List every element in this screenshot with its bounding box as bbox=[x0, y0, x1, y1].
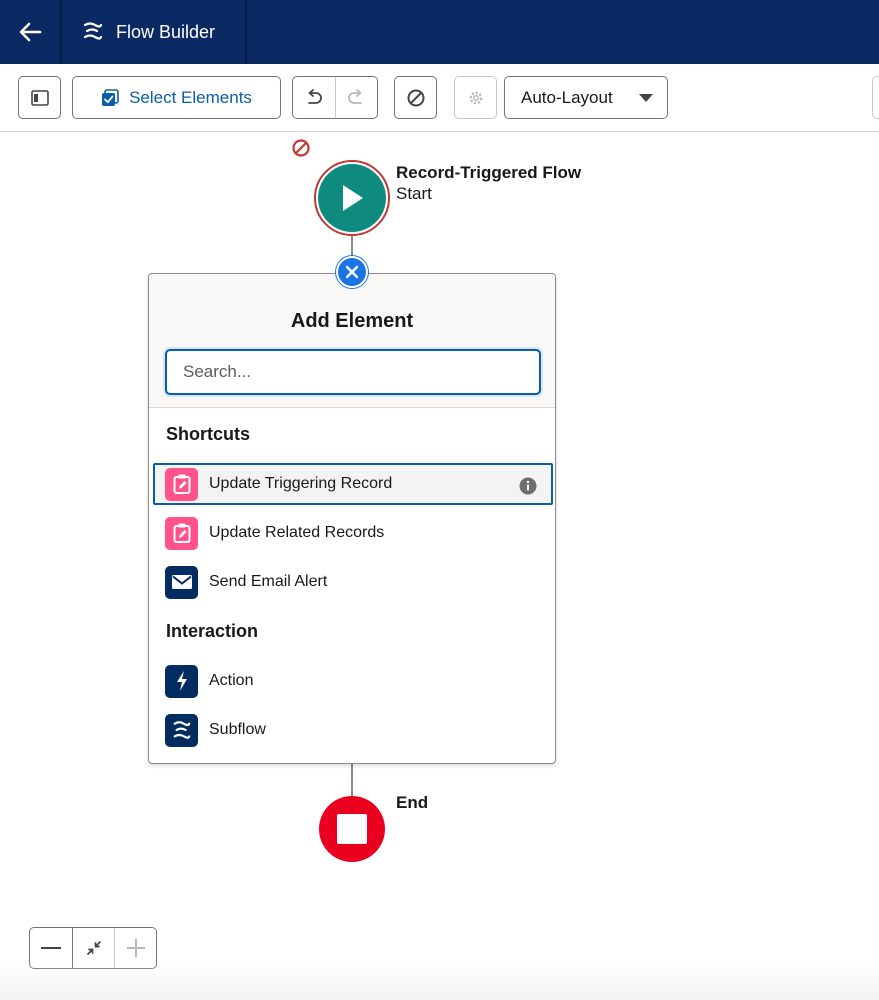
plus-icon bbox=[126, 939, 145, 957]
back-button[interactable] bbox=[0, 0, 60, 64]
toolbar: Select Elements Auto-Layout bbox=[0, 64, 879, 132]
layout-mode-select[interactable]: Auto-Layout bbox=[504, 76, 668, 119]
menu-item-label: Update Triggering Record bbox=[209, 475, 393, 492]
app-brand: Flow Builder bbox=[64, 0, 245, 64]
end-node[interactable] bbox=[319, 796, 385, 862]
layout-mode-value: Auto-Layout bbox=[521, 87, 613, 107]
subflow-icon bbox=[165, 713, 198, 747]
undo-icon bbox=[307, 88, 322, 104]
add-element-header: Add Element bbox=[149, 274, 555, 408]
flow-icon bbox=[83, 22, 103, 40]
app-title: Flow Builder bbox=[116, 21, 216, 42]
toggle-panel-button[interactable] bbox=[18, 76, 61, 119]
redo-icon bbox=[348, 88, 363, 104]
caret-down-icon bbox=[639, 93, 653, 102]
connector-line bbox=[351, 764, 353, 796]
gear-icon bbox=[469, 91, 482, 104]
end-node-label: End bbox=[396, 793, 429, 812]
redo-button[interactable] bbox=[334, 77, 378, 118]
menu-item-label: Send Email Alert bbox=[209, 573, 328, 590]
undo-redo-group bbox=[292, 76, 378, 119]
debug-errors-button[interactable] bbox=[394, 76, 437, 119]
record-update-icon bbox=[165, 516, 198, 550]
start-node-circle bbox=[318, 164, 386, 232]
select-elements-button[interactable]: Select Elements bbox=[72, 76, 281, 119]
start-node-label: Record-Triggered Flow Start bbox=[396, 162, 581, 204]
toolbar-overflow-button[interactable] bbox=[872, 76, 879, 119]
info-icon[interactable] bbox=[519, 477, 537, 495]
ban-icon bbox=[407, 89, 424, 106]
start-node-subtitle: Start bbox=[396, 184, 432, 203]
section-interaction-label: Interaction bbox=[166, 621, 259, 641]
header-divider bbox=[245, 0, 247, 64]
stop-icon bbox=[337, 814, 367, 844]
close-add-element-button[interactable] bbox=[336, 256, 368, 288]
canvas-bottom-shadow bbox=[0, 960, 879, 1000]
record-update-icon bbox=[165, 467, 198, 501]
menu-item-update-triggering-record[interactable]: Update Triggering Record bbox=[153, 463, 553, 505]
header-divider bbox=[60, 0, 62, 64]
start-node[interactable] bbox=[314, 160, 390, 236]
close-icon bbox=[345, 265, 359, 279]
element-search-input[interactable] bbox=[165, 349, 541, 395]
menu-item-update-related-records[interactable]: Update Related Records bbox=[153, 512, 553, 554]
menu-item-action[interactable]: Action bbox=[153, 660, 553, 702]
settings-button[interactable] bbox=[454, 76, 497, 119]
error-ban-icon[interactable] bbox=[291, 138, 311, 158]
arrow-left-icon bbox=[19, 22, 42, 42]
lightning-icon bbox=[165, 664, 198, 698]
start-node-title: Record-Triggered Flow bbox=[396, 163, 582, 182]
app-header: Flow Builder bbox=[0, 0, 879, 64]
menu-item-subflow[interactable]: Subflow bbox=[153, 709, 553, 751]
connector-line bbox=[351, 236, 353, 258]
menu-item-send-email-alert[interactable]: Send Email Alert bbox=[153, 561, 553, 603]
email-icon bbox=[165, 565, 198, 599]
contract-icon bbox=[86, 941, 101, 955]
panel-left-icon bbox=[30, 89, 49, 106]
minus-icon bbox=[41, 947, 61, 949]
multi-select-checkbox-icon bbox=[102, 88, 119, 106]
section-shortcuts-label: Shortcuts bbox=[166, 424, 251, 444]
menu-item-label: Update Related Records bbox=[209, 524, 385, 541]
menu-item-label: Subflow bbox=[209, 721, 266, 738]
add-element-title: Add Element bbox=[290, 310, 414, 332]
undo-button[interactable] bbox=[293, 77, 335, 118]
add-element-panel: Add Element Shortcuts Update Triggering … bbox=[148, 273, 556, 764]
select-elements-label: Select Elements bbox=[129, 87, 252, 107]
play-icon bbox=[343, 185, 363, 211]
menu-item-label: Action bbox=[209, 672, 254, 689]
